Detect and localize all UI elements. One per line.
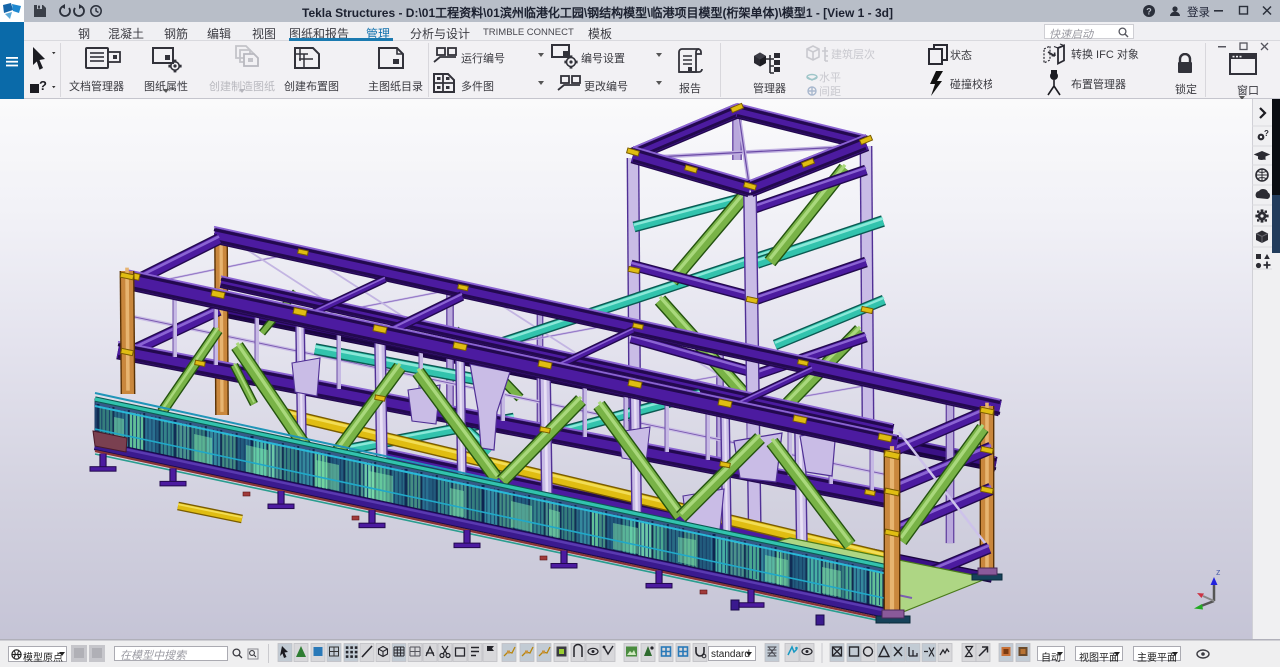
svg-text:?: ?	[1146, 7, 1152, 17]
svg-text:间距: 间距	[819, 85, 841, 97]
svg-text:?: ?	[1264, 129, 1269, 138]
svg-text:碰撞校核: 碰撞校核	[950, 77, 992, 91]
svg-text:状态: 状态	[950, 48, 972, 62]
svg-text:布置管理器: 布置管理器	[1071, 77, 1126, 91]
svg-text:建筑层次: 建筑层次	[831, 47, 875, 61]
svg-text:?: ?	[39, 78, 47, 93]
svg-text:水平: 水平	[819, 71, 841, 84]
svg-text:转换 IFC 对象: 转换 IFC 对象	[1071, 47, 1139, 61]
svg-text:z: z	[1216, 567, 1221, 577]
